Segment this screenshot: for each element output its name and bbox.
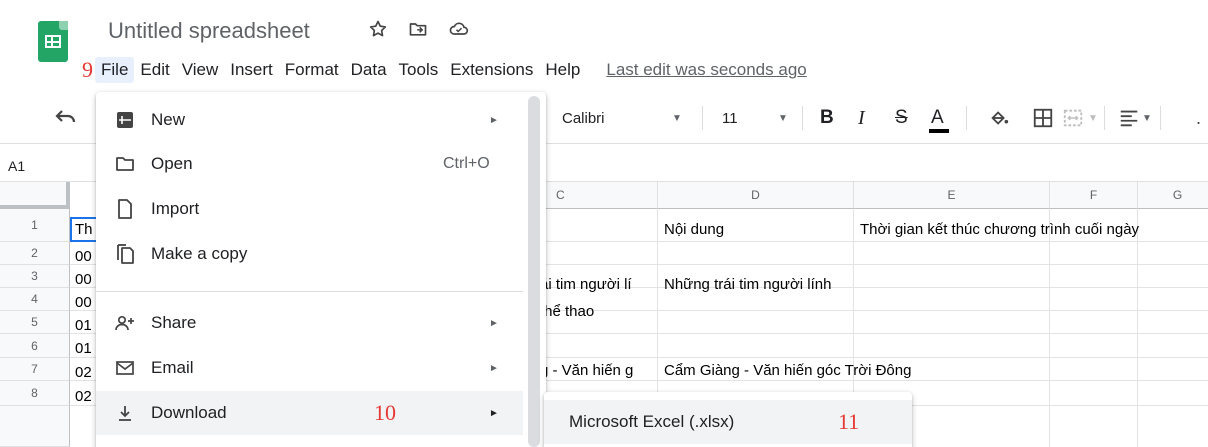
menu-divider bbox=[96, 291, 523, 292]
column-gridline bbox=[1137, 209, 1138, 447]
menu-data[interactable]: Data bbox=[345, 57, 393, 83]
cell-d1[interactable]: Nội dung bbox=[664, 218, 854, 241]
file-menu: New ► Open Ctrl+O Import Make a copy Sha… bbox=[96, 92, 546, 447]
submenu-arrow-icon: ► bbox=[489, 407, 499, 419]
borders-icon[interactable] bbox=[1032, 107, 1054, 129]
row-header-8[interactable]: 8 bbox=[0, 381, 70, 406]
file-menu-new[interactable]: New ► bbox=[96, 98, 523, 142]
submenu-arrow-icon: ► bbox=[489, 317, 499, 329]
file-menu-email[interactable]: Email ► bbox=[96, 346, 523, 390]
submenu-arrow-icon: ► bbox=[489, 114, 499, 126]
step-marker-9: 9 bbox=[82, 57, 93, 82]
download-icon bbox=[114, 402, 136, 424]
folder-icon bbox=[114, 153, 136, 175]
file-menu-share[interactable]: Share ► bbox=[96, 301, 523, 345]
menu-tools[interactable]: Tools bbox=[393, 57, 445, 83]
move-to-folder-icon[interactable] bbox=[408, 19, 428, 39]
row-header-5[interactable]: 5 bbox=[0, 311, 70, 334]
text-color-label: A bbox=[931, 107, 944, 128]
document-icon bbox=[114, 198, 136, 220]
file-menu-share-label: Share bbox=[151, 313, 197, 332]
column-header-f[interactable]: F bbox=[1050, 182, 1138, 209]
menu-help[interactable]: Help bbox=[539, 57, 586, 83]
menu-file[interactable]: File bbox=[95, 57, 135, 83]
open-shortcut: Ctrl+O bbox=[443, 155, 490, 172]
column-gridline bbox=[1049, 209, 1050, 447]
last-edit-link[interactable]: Last edit was seconds ago bbox=[606, 60, 806, 80]
menu-format[interactable]: Format bbox=[279, 57, 345, 83]
toolbar-divider bbox=[966, 106, 967, 130]
row-header-1[interactable]: 1 bbox=[0, 209, 70, 242]
font-family-caret-icon[interactable]: ▼ bbox=[672, 92, 682, 144]
file-menu-import[interactable]: Import bbox=[96, 187, 523, 231]
name-box[interactable]: A1 bbox=[8, 158, 25, 174]
row-header-3[interactable]: 3 bbox=[0, 265, 70, 288]
strikethrough-button[interactable]: S bbox=[895, 92, 908, 144]
bold-button[interactable]: B bbox=[820, 92, 834, 144]
step-marker-11: 11 bbox=[838, 409, 860, 434]
file-menu-make-copy-label: Make a copy bbox=[151, 244, 248, 263]
row-header-6[interactable]: 6 bbox=[0, 334, 70, 358]
menu-insert[interactable]: Insert bbox=[224, 57, 279, 83]
column-header-g[interactable]: G bbox=[1138, 182, 1208, 209]
menu-extensions[interactable]: Extensions bbox=[444, 57, 539, 83]
row-header-2[interactable]: 2 bbox=[0, 242, 70, 265]
menu-view[interactable]: View bbox=[176, 57, 225, 83]
column-header-d[interactable]: D bbox=[658, 182, 854, 209]
share-person-icon bbox=[114, 312, 136, 334]
column-header-c[interactable]: C bbox=[540, 182, 658, 209]
star-icon[interactable] bbox=[368, 19, 388, 39]
undo-icon[interactable] bbox=[54, 108, 78, 128]
cell-c3[interactable]: ái tim người lí bbox=[540, 273, 657, 296]
file-menu-import-label: Import bbox=[151, 199, 200, 218]
row-header-9[interactable] bbox=[0, 406, 70, 447]
download-xlsx-label: Microsoft Excel (.xlsx) bbox=[569, 412, 735, 431]
file-menu-make-copy[interactable]: Make a copy bbox=[96, 232, 523, 276]
align-caret-icon[interactable]: ▼ bbox=[1142, 92, 1152, 144]
column-header-e[interactable]: E bbox=[854, 182, 1050, 209]
font-size-select[interactable]: 11 bbox=[722, 92, 738, 144]
font-family-select[interactable]: Calibri bbox=[562, 92, 605, 144]
file-menu-download[interactable]: Download 10 ► bbox=[96, 391, 523, 435]
fill-color-icon[interactable] bbox=[988, 107, 1010, 129]
file-menu-download-label: Download bbox=[151, 403, 227, 422]
cloud-status-icon[interactable] bbox=[448, 19, 470, 39]
cell-d6[interactable]: Cẩm Giàng - Văn hiến góc Trời Đông bbox=[664, 359, 1044, 382]
merge-cells-icon[interactable] bbox=[1062, 107, 1084, 129]
cell-e1[interactable]: Thời gian kết thúc chương trình cuối ngà… bbox=[860, 218, 1208, 241]
toolbar-divider bbox=[1160, 106, 1161, 130]
cell-d3[interactable]: Những trái tim người lính bbox=[664, 273, 1044, 296]
horizontal-align-icon[interactable] bbox=[1118, 107, 1140, 129]
toolbar-divider bbox=[702, 106, 703, 130]
merge-caret-icon[interactable]: ▼ bbox=[1088, 92, 1098, 144]
file-menu-open[interactable]: Open Ctrl+O bbox=[96, 142, 523, 186]
more-icon[interactable]: . bbox=[1196, 92, 1201, 144]
select-all-corner[interactable] bbox=[0, 182, 70, 209]
download-xlsx-item[interactable]: Microsoft Excel (.xlsx) 11 bbox=[544, 400, 912, 444]
toolbar-divider bbox=[802, 106, 803, 130]
step-marker-10: 10 bbox=[374, 400, 396, 425]
row-header-7[interactable]: 7 bbox=[0, 358, 70, 381]
download-submenu: Microsoft Excel (.xlsx) 11 bbox=[544, 392, 912, 447]
row-header-4[interactable]: 4 bbox=[0, 288, 70, 311]
file-menu-scrollbar[interactable] bbox=[528, 96, 540, 447]
sheets-logo-icon[interactable] bbox=[38, 21, 68, 62]
menu-bar: 9 File Edit View Insert Format Data Tool… bbox=[82, 56, 807, 84]
toolbar-divider bbox=[1104, 106, 1105, 130]
file-menu-email-label: Email bbox=[151, 358, 194, 377]
submenu-arrow-icon: ► bbox=[489, 362, 499, 374]
text-color-button[interactable]: A bbox=[929, 92, 949, 144]
cell-c6[interactable]: g - Văn hiến g bbox=[540, 359, 657, 382]
copy-icon bbox=[114, 243, 136, 265]
italic-button[interactable]: I bbox=[858, 92, 865, 144]
font-size-caret-icon[interactable]: ▼ bbox=[778, 92, 788, 144]
document-title[interactable]: Untitled spreadsheet bbox=[108, 18, 310, 44]
new-sheet-icon bbox=[114, 109, 136, 131]
cell-c4[interactable]: thể thao bbox=[540, 300, 657, 323]
text-color-swatch bbox=[929, 129, 949, 133]
file-menu-new-label: New bbox=[151, 110, 186, 129]
file-menu-open-label: Open bbox=[151, 154, 193, 173]
email-icon bbox=[114, 357, 136, 379]
menu-edit[interactable]: Edit bbox=[134, 57, 175, 83]
